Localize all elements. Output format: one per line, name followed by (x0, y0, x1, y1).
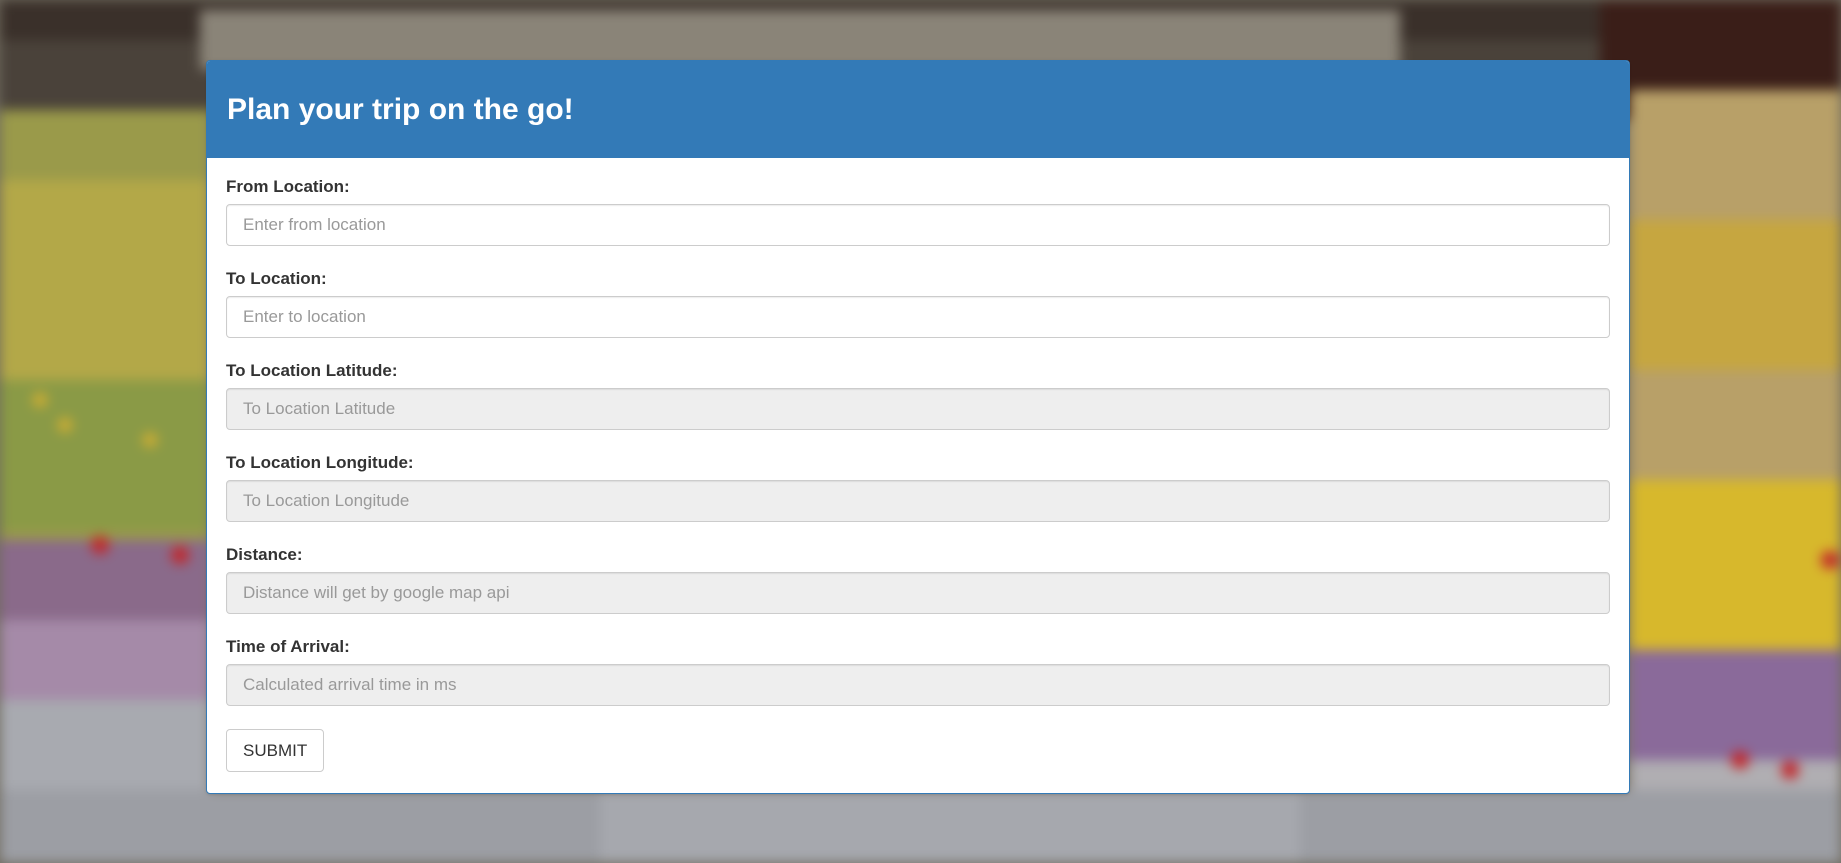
trip-planner-panel: Plan your trip on the go! From Location:… (206, 60, 1630, 794)
time-of-arrival-input (226, 664, 1610, 706)
submit-button[interactable]: SUBMIT (226, 729, 325, 772)
to-location-label: To Location: (226, 269, 327, 288)
to-longitude-input (226, 480, 1610, 522)
to-location-group: To Location: (226, 269, 1610, 362)
time-of-arrival-group: Time of Arrival: (226, 637, 1610, 730)
panel-header: Plan your trip on the go! (207, 61, 1629, 158)
distance-group: Distance: (226, 545, 1610, 638)
to-latitude-group: To Location Latitude: (226, 361, 1610, 454)
distance-input (226, 572, 1610, 614)
trip-form: From Location: To Location: To Location … (207, 158, 1629, 772)
to-location-input[interactable] (226, 296, 1610, 338)
from-location-input[interactable] (226, 204, 1610, 246)
time-of-arrival-label: Time of Arrival: (226, 637, 350, 656)
page-title: Plan your trip on the go! (227, 92, 574, 126)
to-latitude-input (226, 388, 1610, 430)
to-longitude-group: To Location Longitude: (226, 453, 1610, 546)
distance-label: Distance: (226, 545, 303, 564)
from-location-group: From Location: (226, 177, 1610, 270)
to-latitude-label: To Location Latitude: (226, 361, 398, 380)
from-location-label: From Location: (226, 177, 350, 196)
to-longitude-label: To Location Longitude: (226, 453, 414, 472)
